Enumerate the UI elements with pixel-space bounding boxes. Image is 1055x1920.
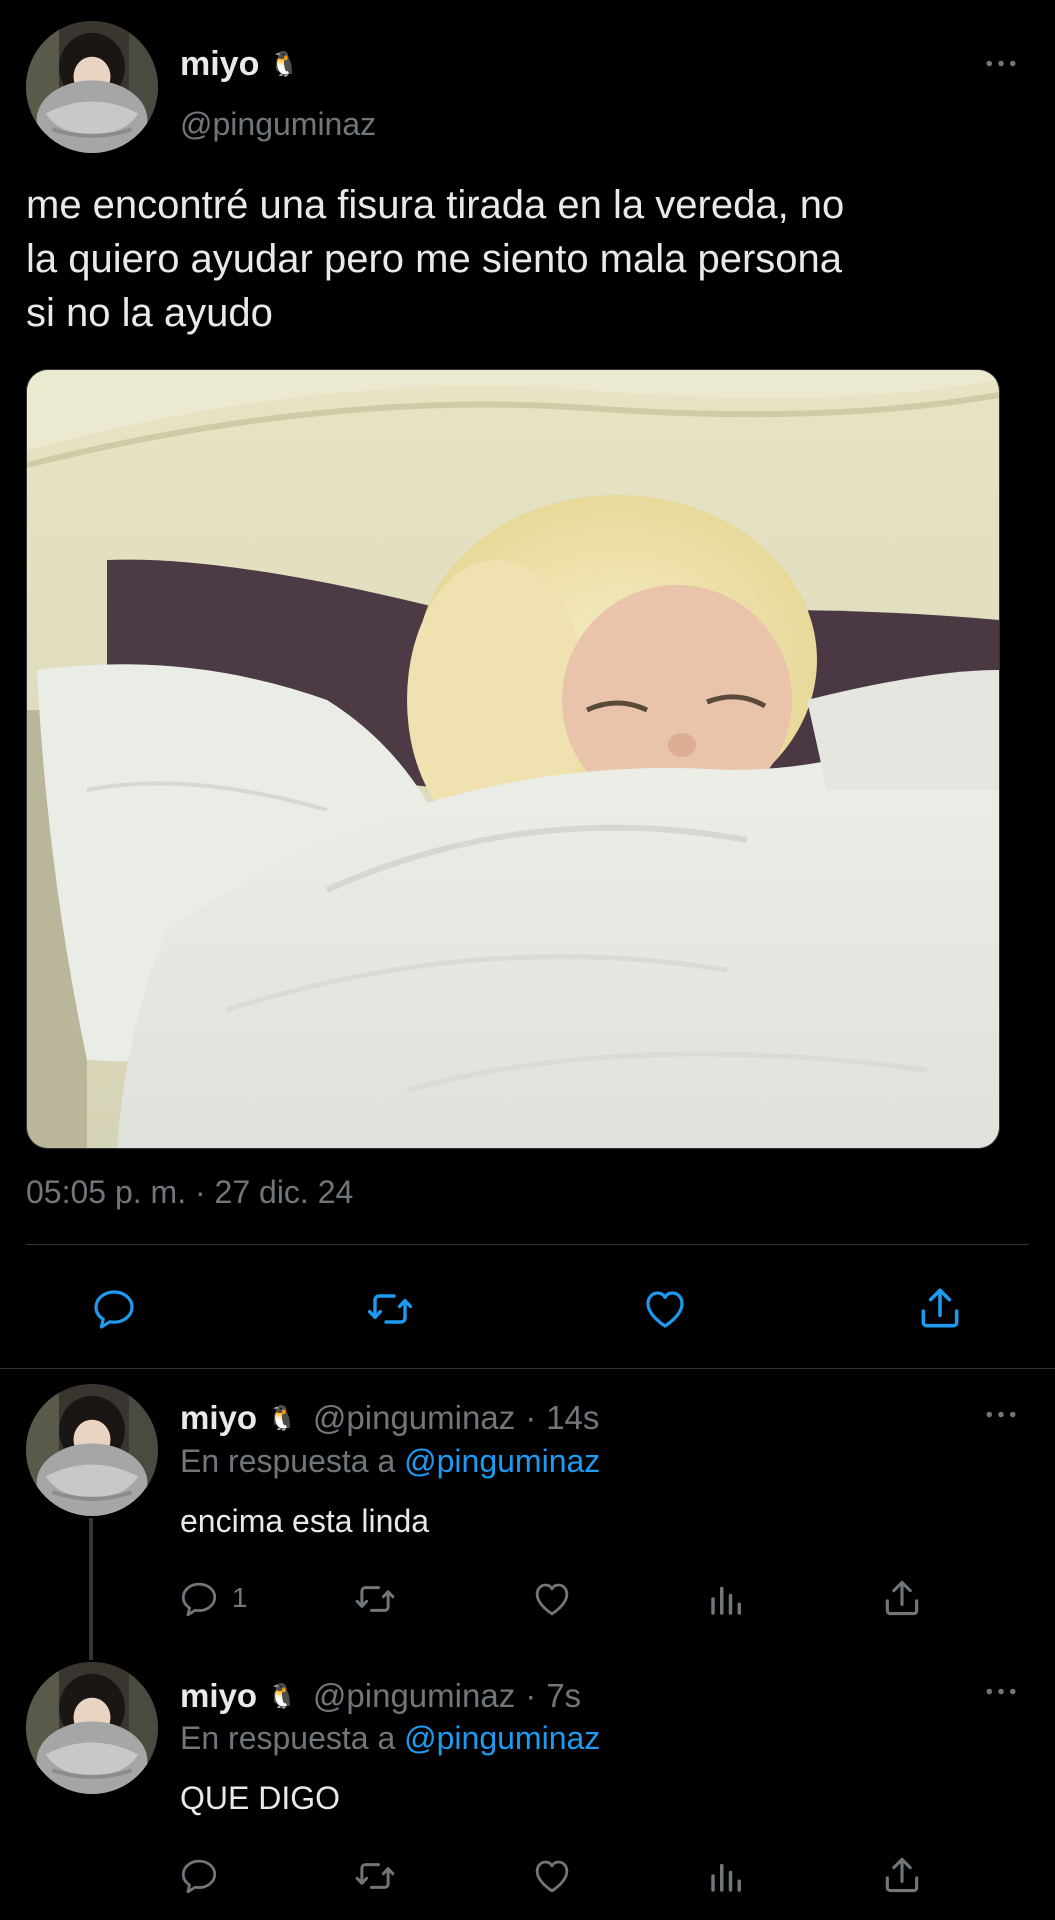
replying-to-handle[interactable]: @pinguminaz: [404, 1720, 600, 1756]
handle[interactable]: @pinguminaz: [313, 1677, 515, 1715]
more-options-icon[interactable]: [985, 58, 1017, 69]
tweet-text-line: si no la ayudo: [26, 291, 273, 335]
avatar[interactable]: [26, 21, 158, 153]
tweet-timestamp[interactable]: 05:05 p. m. · 27 dic. 24: [26, 1174, 353, 1211]
avatar[interactable]: [26, 1662, 158, 1794]
divider: [26, 1244, 1029, 1245]
display-name[interactable]: miyo: [180, 1399, 257, 1437]
separator: ·: [525, 1399, 537, 1436]
avatar[interactable]: [26, 1384, 158, 1516]
like-icon[interactable]: [530, 1855, 574, 1897]
reply-icon[interactable]: [90, 1285, 138, 1333]
share-icon[interactable]: [880, 1853, 924, 1897]
replying-to-label: En respuesta a: [180, 1720, 396, 1756]
reply-time[interactable]: 7s: [546, 1677, 581, 1715]
reply-icon[interactable]: [178, 1578, 220, 1620]
reply-header: miyo 🐧 @pinguminaz · 14s: [180, 1396, 599, 1440]
reply-header: miyo 🐧 @pinguminaz · 7s: [180, 1674, 581, 1718]
tweet-image[interactable]: [26, 369, 1000, 1149]
penguin-emoji-icon: 🐧: [267, 1404, 297, 1432]
display-name[interactable]: miyo: [180, 45, 259, 84]
share-icon[interactable]: [915, 1283, 965, 1333]
tweet-text-line: la quiero ayudar pero me siento mala per…: [26, 237, 843, 281]
divider: [0, 1368, 1055, 1369]
penguin-emoji-icon: 🐧: [269, 50, 300, 78]
reply-text: encima esta linda: [180, 1503, 430, 1539]
tweet-text: me encontré una fisura tirada en la vere…: [26, 178, 1036, 340]
stats-icon[interactable]: [706, 1578, 748, 1620]
more-options-icon[interactable]: [985, 1409, 1017, 1420]
reply-icon[interactable]: [178, 1855, 220, 1897]
tweet-text-line: me encontré una fisura tirada en la vere…: [26, 183, 845, 227]
display-name[interactable]: miyo: [180, 1677, 257, 1715]
handle[interactable]: @pinguminaz: [180, 106, 376, 143]
reply-count: 1: [232, 1582, 248, 1613]
reply-time[interactable]: 14s: [546, 1399, 599, 1437]
separator: ·: [525, 1677, 537, 1714]
stats-icon[interactable]: [706, 1855, 748, 1897]
handle[interactable]: @pinguminaz: [313, 1399, 515, 1437]
replying-to-label: En respuesta a: [180, 1443, 396, 1479]
like-icon[interactable]: [640, 1285, 690, 1333]
replying-to: En respuesta a @pinguminaz: [180, 1720, 600, 1757]
reply-text: QUE DIGO: [180, 1780, 341, 1816]
retweet-icon[interactable]: [352, 1578, 398, 1620]
penguin-emoji-icon: 🐧: [267, 1682, 297, 1710]
more-options-icon[interactable]: [985, 1686, 1017, 1697]
replying-to-handle[interactable]: @pinguminaz: [404, 1443, 600, 1479]
share-icon[interactable]: [880, 1576, 924, 1620]
author-row: miyo 🐧: [180, 44, 299, 84]
thread-line: [89, 1518, 93, 1660]
like-icon[interactable]: [530, 1578, 574, 1620]
retweet-icon[interactable]: [364, 1285, 416, 1333]
retweet-icon[interactable]: [352, 1855, 398, 1897]
replying-to: En respuesta a @pinguminaz: [180, 1443, 600, 1480]
